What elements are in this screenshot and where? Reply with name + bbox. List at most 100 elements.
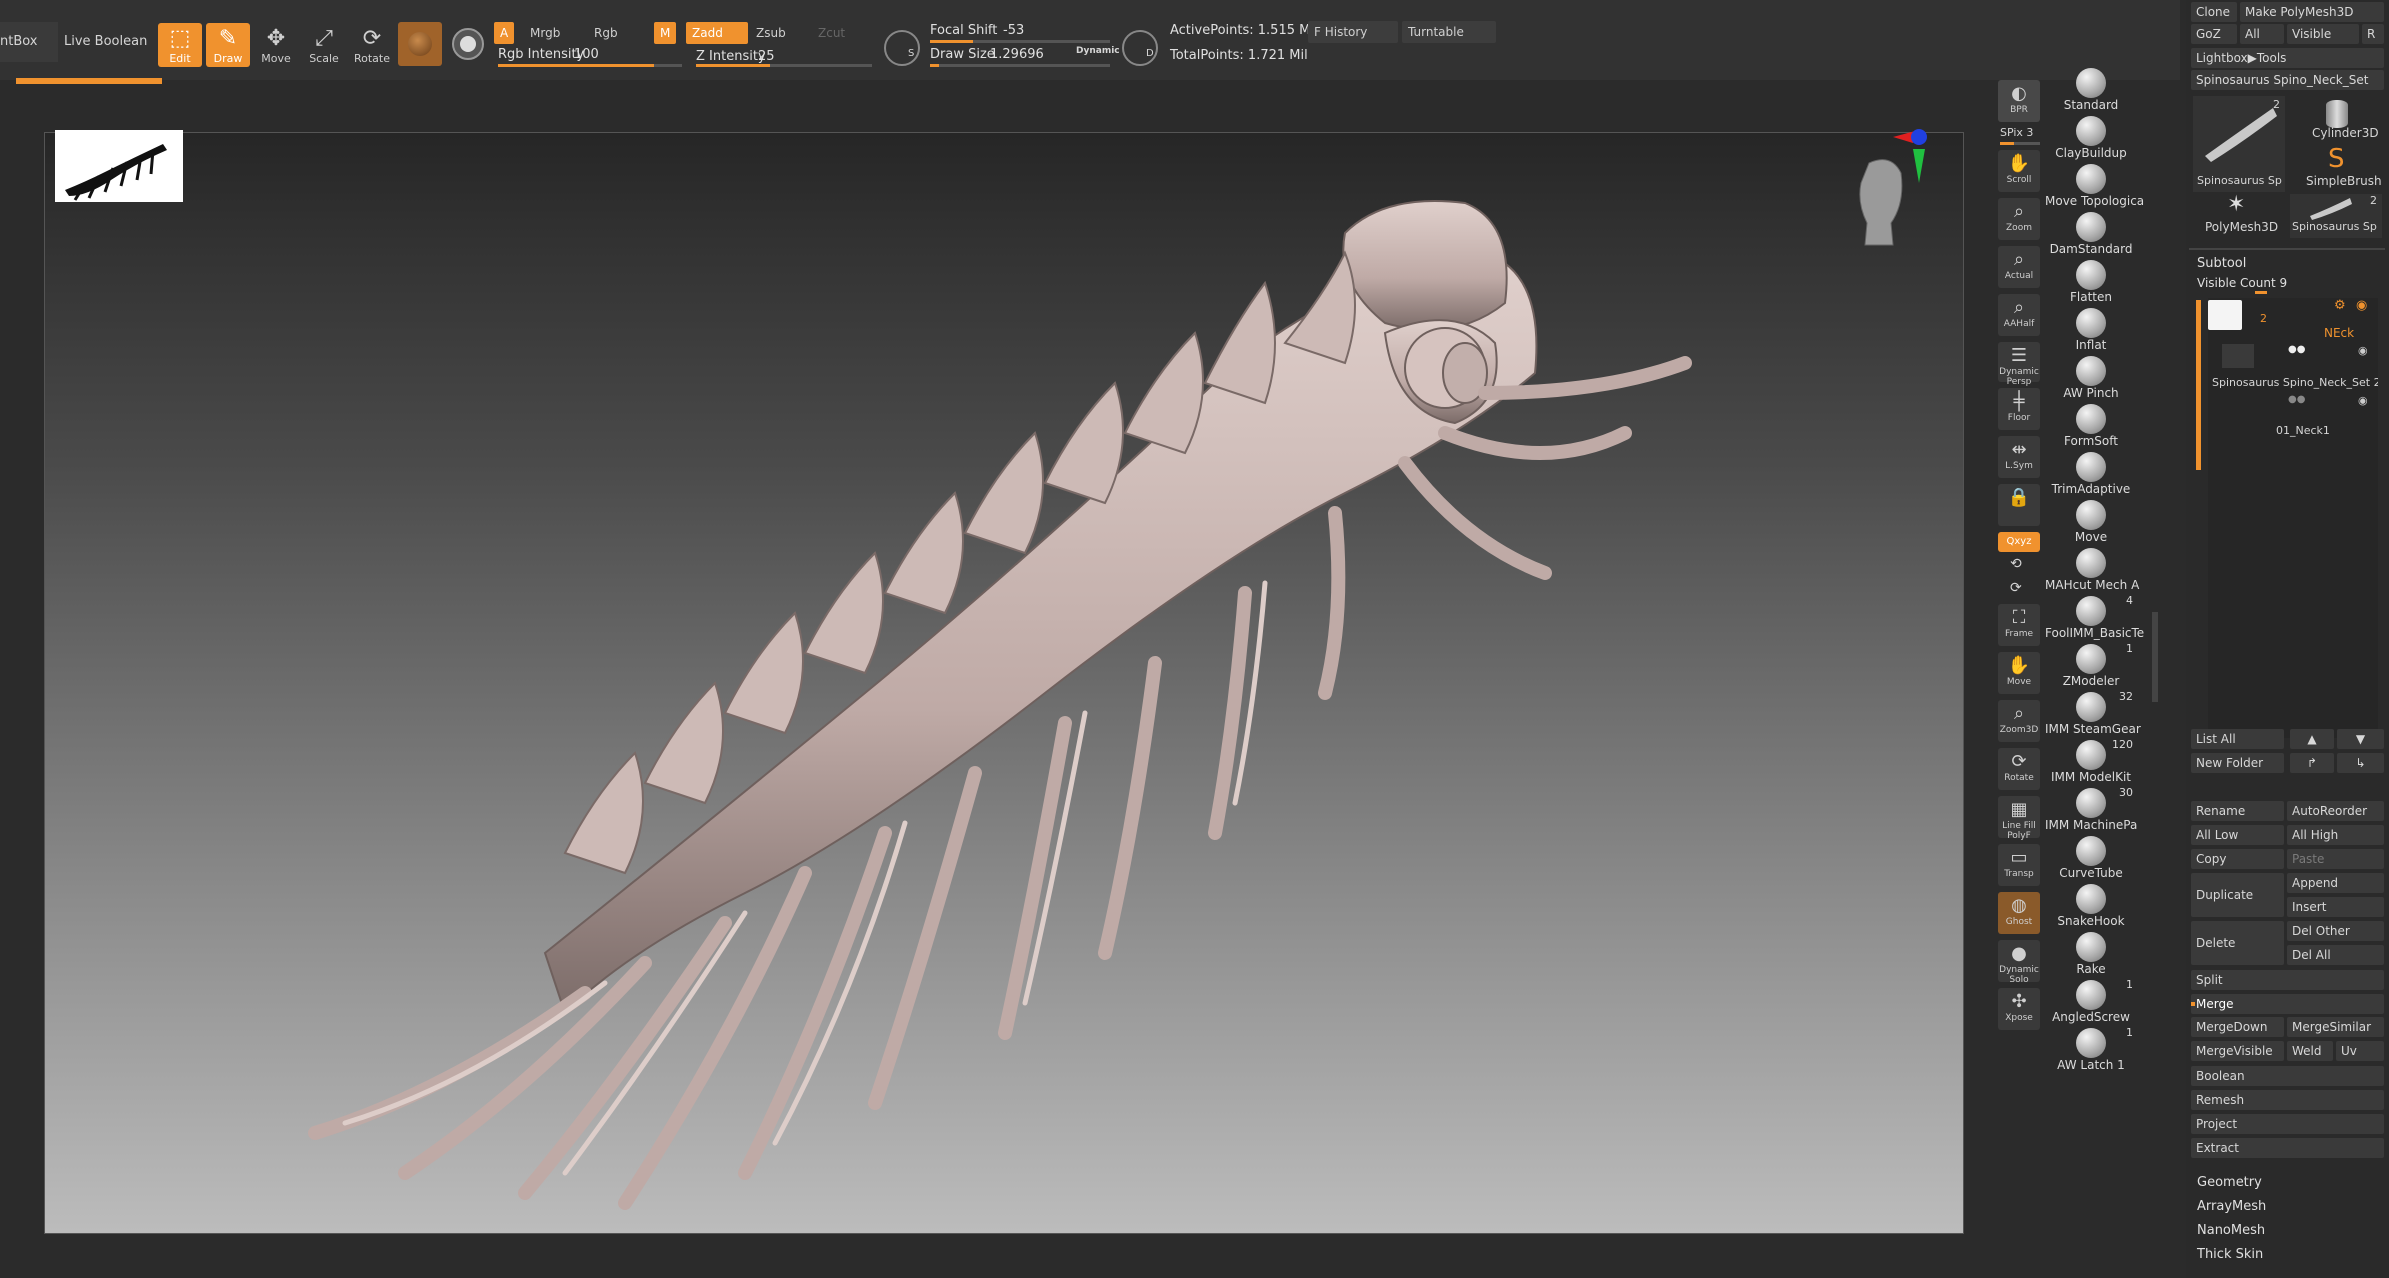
- boolean-section[interactable]: Boolean: [2191, 1066, 2384, 1086]
- goz-button[interactable]: GoZ: [2191, 24, 2237, 44]
- rotate-z-icon[interactable]: ⟳: [2010, 580, 2022, 596]
- tool-thumb-simplebrush[interactable]: S SimpleBrush: [2290, 144, 2382, 192]
- color-picker[interactable]: [452, 28, 484, 60]
- a-toggle[interactable]: A: [494, 22, 515, 44]
- brush-item[interactable]: CurveTube: [2045, 834, 2137, 880]
- brush-item[interactable]: AngledScrew 1: [2045, 978, 2137, 1024]
- brush-item[interactable]: Inflat: [2045, 306, 2137, 352]
- delete-button[interactable]: Delete: [2191, 921, 2284, 965]
- brush-item[interactable]: Standard: [2045, 66, 2137, 112]
- rgb-toggle[interactable]: Rgb: [588, 22, 648, 44]
- f-history-button[interactable]: F History: [1308, 21, 1398, 43]
- dynamic-toggle[interactable]: Dynamic: [1076, 46, 1120, 56]
- rotate-view-button[interactable]: ⟳ Rotate: [1998, 748, 2040, 790]
- subtool-name-2[interactable]: 01_Neck1: [2276, 424, 2330, 437]
- clone-button[interactable]: Clone: [2191, 2, 2237, 22]
- rename-button[interactable]: Rename: [2191, 801, 2284, 821]
- visible-count-slider[interactable]: [2255, 291, 2267, 294]
- weld-toggle[interactable]: Weld: [2287, 1041, 2333, 1061]
- ghost-button[interactable]: ◍ Ghost: [1998, 892, 2040, 934]
- project-section[interactable]: Project: [2191, 1114, 2384, 1134]
- del-other-button[interactable]: Del Other: [2287, 921, 2384, 941]
- subtool-toggle-icon[interactable]: ●●: [2288, 344, 2305, 355]
- lightbox-tab[interactable]: ntBox: [0, 22, 58, 62]
- persp-button[interactable]: ☰ Dynamic Persp: [1998, 342, 2040, 387]
- folder-icon[interactable]: [2208, 300, 2242, 330]
- autoreorder-button[interactable]: AutoReorder: [2287, 801, 2384, 821]
- subtool-name-1[interactable]: Spinosaurus Spino_Neck_Set 2: [2212, 376, 2378, 389]
- brush-item[interactable]: Move: [2045, 498, 2137, 544]
- all-button[interactable]: All: [2240, 24, 2284, 44]
- mergevisible-button[interactable]: MergeVisible: [2191, 1041, 2284, 1061]
- lsym-button[interactable]: ⇹ L.Sym: [1998, 436, 2040, 478]
- move-view-button[interactable]: ✋ Move: [1998, 652, 2040, 694]
- tool-thumb-cylinder[interactable]: Cylinder3D: [2290, 96, 2382, 144]
- move-in-icon[interactable]: ↱: [2290, 753, 2334, 773]
- zoom-button[interactable]: ⌕ Zoom: [1998, 198, 2040, 240]
- brush-item[interactable]: IMM MachinePa 30: [2045, 786, 2137, 832]
- m-toggle[interactable]: M: [654, 22, 677, 44]
- rotate-button[interactable]: ⟳ Rotate: [350, 23, 394, 67]
- geometry-menu[interactable]: Geometry: [2197, 1175, 2262, 1190]
- copy-button[interactable]: Copy: [2191, 849, 2284, 869]
- brush-item[interactable]: Move Topologica: [2045, 162, 2144, 208]
- draw-size-value[interactable]: 1.29696: [990, 44, 1044, 66]
- focal-shift-slider[interactable]: [930, 40, 1110, 43]
- new-folder-button[interactable]: New Folder: [2191, 753, 2284, 773]
- subtool-eye-icon-2[interactable]: ◉: [2358, 394, 2368, 407]
- subtool-title[interactable]: Subtool: [2197, 256, 2246, 271]
- dynamic-dial-icon[interactable]: D: [1122, 30, 1158, 66]
- xpose-button[interactable]: ✣ Xpose: [1998, 988, 2040, 1030]
- solo-button[interactable]: ● Dynamic Solo: [1998, 940, 2040, 985]
- brush-item[interactable]: Flatten: [2045, 258, 2137, 304]
- z-intensity-slider[interactable]: [696, 64, 872, 67]
- duplicate-button[interactable]: Duplicate: [2191, 873, 2284, 917]
- lightbox-tools-button[interactable]: Lightbox▶Tools: [2191, 48, 2384, 68]
- zoom3d-button[interactable]: ⌕ Zoom3D: [1998, 700, 2040, 742]
- subtool-list[interactable]: 2 NEck ⚙ ◉ ●● ◉ Spinosaurus Spino_Neck_S…: [2208, 298, 2378, 738]
- subtool-toggle-icon-2[interactable]: ●●: [2288, 394, 2305, 405]
- brush-item[interactable]: ZModeler 1: [2045, 642, 2137, 688]
- arraymesh-menu[interactable]: ArrayMesh: [2197, 1199, 2266, 1214]
- insert-button[interactable]: Insert: [2287, 897, 2384, 917]
- visible-count[interactable]: Visible Count 9: [2197, 276, 2287, 290]
- all-low-button[interactable]: All Low: [2191, 825, 2284, 845]
- brush-item[interactable]: IMM SteamGear 32: [2045, 690, 2141, 736]
- draw-button[interactable]: ✎ Draw: [206, 23, 250, 67]
- brush-item[interactable]: ClayBuildup: [2045, 114, 2137, 160]
- qxyz-button[interactable]: Qxyz: [1998, 532, 2040, 552]
- folder-name[interactable]: NEck: [2324, 326, 2354, 340]
- remesh-section[interactable]: Remesh: [2191, 1090, 2384, 1110]
- polyf-button[interactable]: ▦ Line Fill PolyF: [1998, 796, 2040, 841]
- lock-button[interactable]: 🔒: [1998, 484, 2040, 526]
- edit-button[interactable]: ⬚ Edit: [158, 23, 202, 67]
- visible-button[interactable]: Visible: [2287, 24, 2359, 44]
- split-section[interactable]: Split: [2191, 970, 2384, 990]
- frame-button[interactable]: ⛶ Frame: [1998, 604, 2040, 646]
- zadd-toggle[interactable]: Zadd: [686, 22, 748, 44]
- append-button[interactable]: Append: [2287, 873, 2384, 893]
- focal-shift-dial-icon[interactable]: S: [884, 30, 920, 66]
- merge-section[interactable]: Merge: [2191, 994, 2384, 1014]
- subtool-eye-icon[interactable]: ◉: [2358, 344, 2368, 357]
- draw-size-slider[interactable]: [930, 64, 1110, 67]
- mergesimilar-button[interactable]: MergeSimilar: [2287, 1017, 2384, 1037]
- settings-gear-icon[interactable]: ⚙: [2334, 298, 2346, 313]
- rotate-y-icon[interactable]: ⟲: [2010, 556, 2022, 572]
- move-out-icon[interactable]: ↳: [2337, 753, 2384, 773]
- brush-item[interactable]: TrimAdaptive: [2045, 450, 2137, 496]
- brush-scrollbar[interactable]: [2152, 612, 2158, 702]
- zcut-toggle[interactable]: Zcut: [812, 22, 872, 44]
- spix-slider[interactable]: [2000, 142, 2040, 145]
- bpr-button[interactable]: ◐ BPR: [1998, 80, 2040, 122]
- move-down-icon[interactable]: ▼: [2337, 729, 2384, 749]
- current-tool-label[interactable]: Spinosaurus Spino_Neck_Set: [2191, 70, 2384, 90]
- brush-item[interactable]: FormSoft: [2045, 402, 2137, 448]
- subtool-scroll-indicator[interactable]: [2196, 300, 2201, 470]
- nanomesh-menu[interactable]: NanoMesh: [2197, 1223, 2265, 1238]
- move-button[interactable]: ✥ Move: [254, 23, 298, 67]
- all-high-button[interactable]: All High: [2287, 825, 2384, 845]
- live-boolean-button[interactable]: Live Boolean: [64, 34, 147, 49]
- list-all-button[interactable]: List All: [2191, 729, 2284, 749]
- actual-button[interactable]: ⌕ Actual: [1998, 246, 2040, 288]
